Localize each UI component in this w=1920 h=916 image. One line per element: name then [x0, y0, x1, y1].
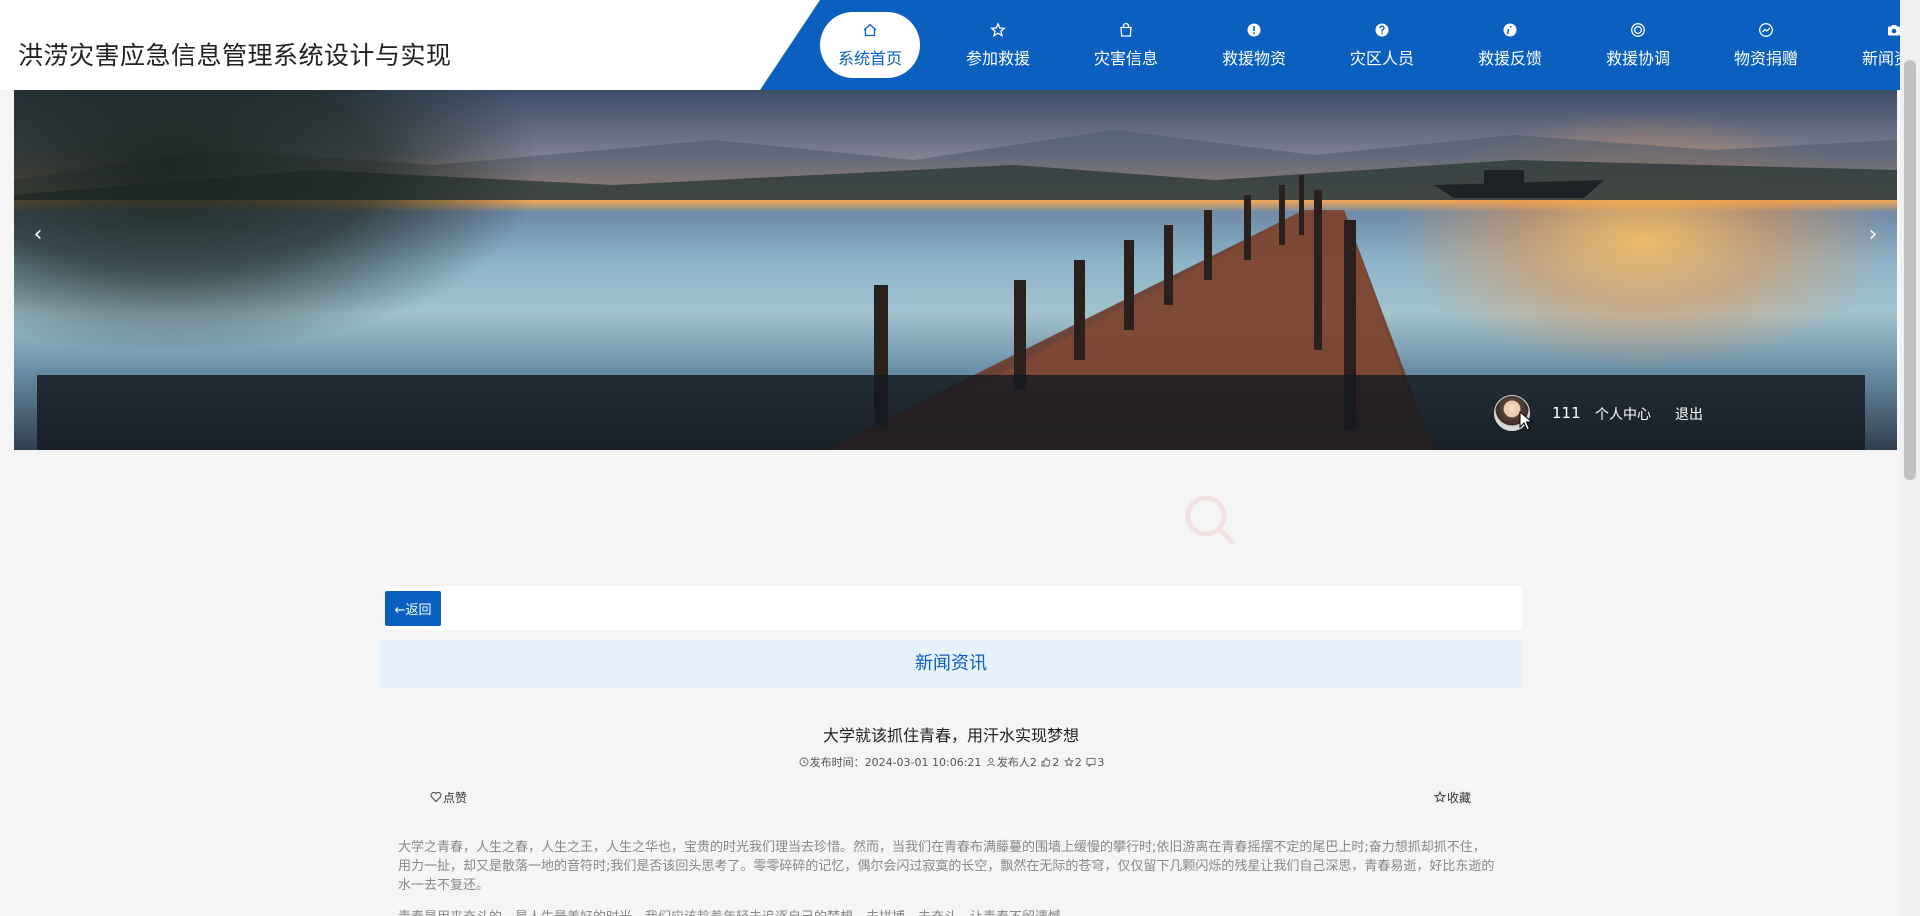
like-label: 点赞: [443, 791, 468, 805]
favorite-count: 2: [1074, 756, 1082, 769]
home-icon: [861, 21, 879, 39]
carousel-next-arrow[interactable]: ›: [1853, 215, 1893, 255]
nav-item-affected-people[interactable]: 灾区人员: [1332, 12, 1432, 78]
page-scrollbar[interactable]: [1900, 0, 1920, 916]
username: 111: [1552, 404, 1581, 422]
main-nav: 系统首页 参加救援 灾害信息 救援物资 灾区人员 救援反馈 救援协调 物资捐赠 …: [820, 12, 1920, 78]
user-icon: [986, 757, 996, 767]
back-button[interactable]: ←返回: [385, 591, 441, 626]
logout-link[interactable]: 退出: [1675, 404, 1703, 424]
favorite-label: 收藏: [1447, 791, 1472, 805]
article-meta: 发布时间：2024-03-01 10:06:21 发布人2 2 2 3: [380, 754, 1522, 770]
question-icon: [1373, 21, 1391, 39]
like-button[interactable]: 点赞: [430, 789, 467, 806]
view-count: 3: [1097, 756, 1105, 769]
publish-time: 2024-03-01 10:06:21: [864, 756, 982, 769]
nav-label: 参加救援: [965, 49, 1030, 68]
thumb-up-icon: [1041, 757, 1051, 767]
heart-icon: [430, 792, 442, 803]
nav-item-rescue-feedback[interactable]: 救援反馈: [1460, 12, 1560, 78]
target-icon: [1629, 21, 1647, 39]
clock-icon: [799, 757, 809, 767]
nav-label: 物资捐赠: [1733, 49, 1798, 68]
publisher: 发布人2: [996, 756, 1037, 769]
alert-icon: [1245, 21, 1263, 39]
nav-item-rescue-coordination[interactable]: 救援协调: [1588, 12, 1688, 78]
bag-icon: [1117, 21, 1135, 39]
info-icon: [1501, 21, 1519, 39]
carousel-prev-arrow[interactable]: ‹: [18, 215, 58, 255]
nav-item-rescue-supplies[interactable]: 救援物资: [1204, 12, 1304, 78]
star-outline-icon: [1433, 790, 1447, 803]
nav-item-disaster-info[interactable]: 灾害信息: [1076, 12, 1176, 78]
comment-icon: [1086, 758, 1096, 767]
user-bar: 111 个人中心 退出: [37, 375, 1865, 450]
nav-label: 救援物资: [1221, 49, 1286, 68]
like-count: 2: [1052, 756, 1060, 769]
mouse-cursor-icon: [1519, 411, 1533, 431]
star-icon: [989, 21, 1007, 39]
article-body: 大学之青春，人生之春，人生之王，人生之华也，宝贵的时光我们理当去珍惜。然而，当我…: [398, 840, 1495, 893]
nav-label: 系统首页: [837, 49, 902, 68]
personal-center-link[interactable]: 个人中心: [1595, 404, 1651, 424]
scrollbar-thumb[interactable]: [1904, 60, 1916, 480]
article-title: 大学就该抓住青春，用汗水实现梦想: [822, 726, 1079, 745]
nav-label: 灾害信息: [1093, 49, 1158, 68]
favorite-button[interactable]: 收藏: [1433, 789, 1472, 806]
article-body-continued: 青春是用来奋斗的，是人生最美好的时光，我们应该趁着年轻去追逐自己的梦想，去拼搏，…: [398, 908, 1498, 916]
nav-label: 救援反馈: [1477, 49, 1542, 68]
nav-item-join-rescue[interactable]: 参加救援: [948, 12, 1048, 78]
nav-label: 救援协调: [1605, 49, 1670, 68]
search-icon: [1185, 495, 1236, 546]
nav-item-donation[interactable]: 物资捐赠: [1716, 12, 1816, 78]
back-row: ←返回: [385, 586, 1522, 630]
star-outline-icon: [1063, 757, 1074, 767]
nav-label: 灾区人员: [1349, 49, 1414, 68]
site-title: 洪涝灾害应急信息管理系统设计与实现: [18, 41, 452, 70]
chart-icon: [1757, 21, 1775, 39]
publish-time-label: 发布时间：: [809, 756, 865, 769]
nav-item-home[interactable]: 系统首页: [820, 12, 920, 78]
section-title: 新闻资讯: [380, 640, 1522, 688]
